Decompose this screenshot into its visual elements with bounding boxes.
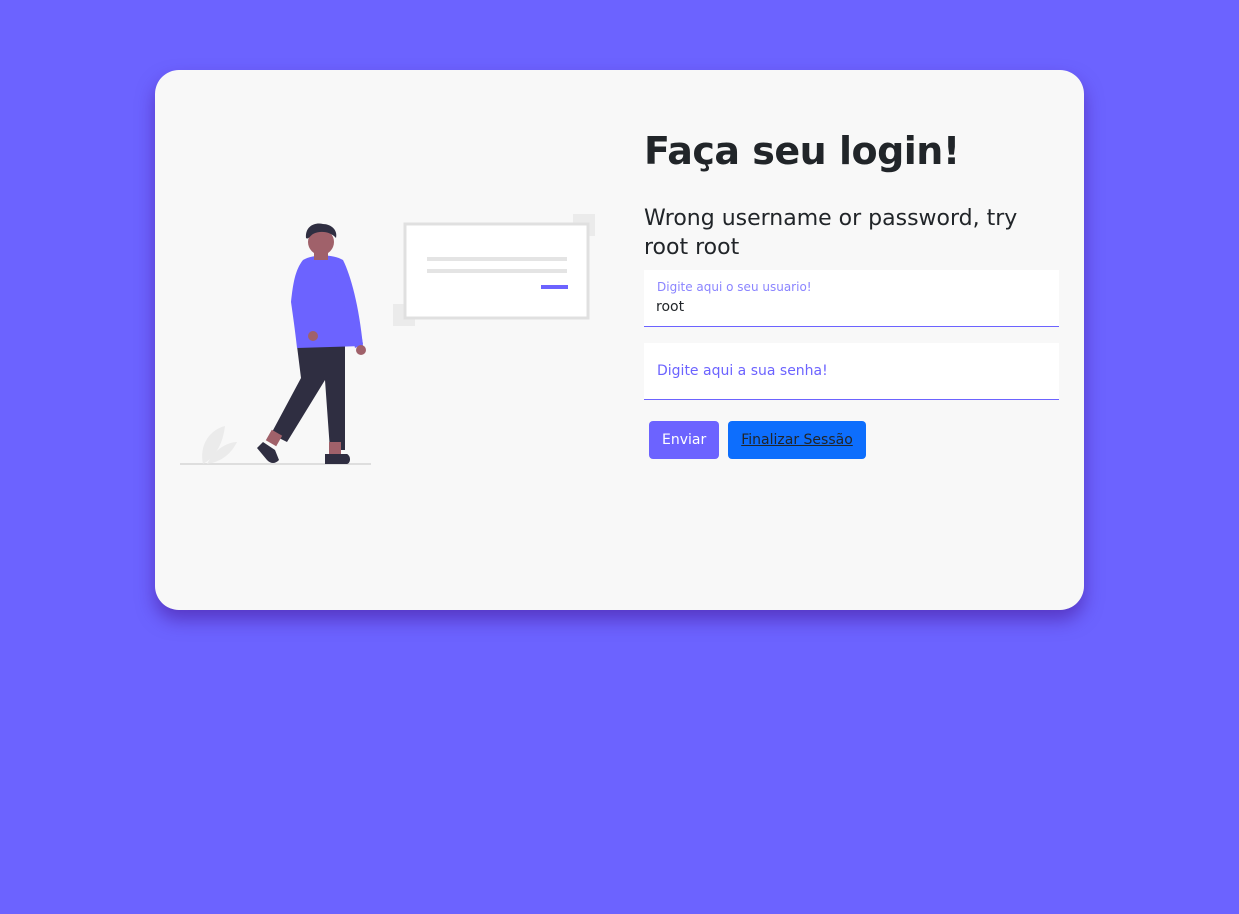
- username-label: Digite aqui o seu usuario!: [657, 280, 812, 294]
- password-placeholder: Digite aqui a sua senha!: [657, 363, 828, 379]
- person-walking-login-illustration: [180, 214, 595, 465]
- document-accent-line: [541, 285, 568, 289]
- logout-button[interactable]: Finalizar Sessão: [728, 421, 866, 459]
- form-actions: Enviar Finalizar Sessão: [649, 421, 1059, 459]
- username-value[interactable]: root: [656, 299, 684, 315]
- login-form: Faça seu login! Wrong username or passwo…: [644, 128, 1059, 459]
- person-ankle: [329, 442, 341, 454]
- person-legs: [271, 346, 345, 450]
- document-line: [427, 269, 567, 273]
- person-hand: [308, 331, 318, 341]
- login-card: Faça seu login! Wrong username or passwo…: [155, 70, 1084, 610]
- submit-button[interactable]: Enviar: [649, 421, 720, 459]
- person-hand: [356, 345, 366, 355]
- password-field[interactable]: Digite aqui a sua senha!: [644, 343, 1059, 400]
- username-field[interactable]: Digite aqui o seu usuario! root: [644, 270, 1059, 327]
- person-shoe: [325, 454, 350, 464]
- document-line: [427, 257, 567, 261]
- error-message: Wrong username or password, try root roo…: [644, 206, 1018, 260]
- page-title: Faça seu login!: [644, 129, 960, 173]
